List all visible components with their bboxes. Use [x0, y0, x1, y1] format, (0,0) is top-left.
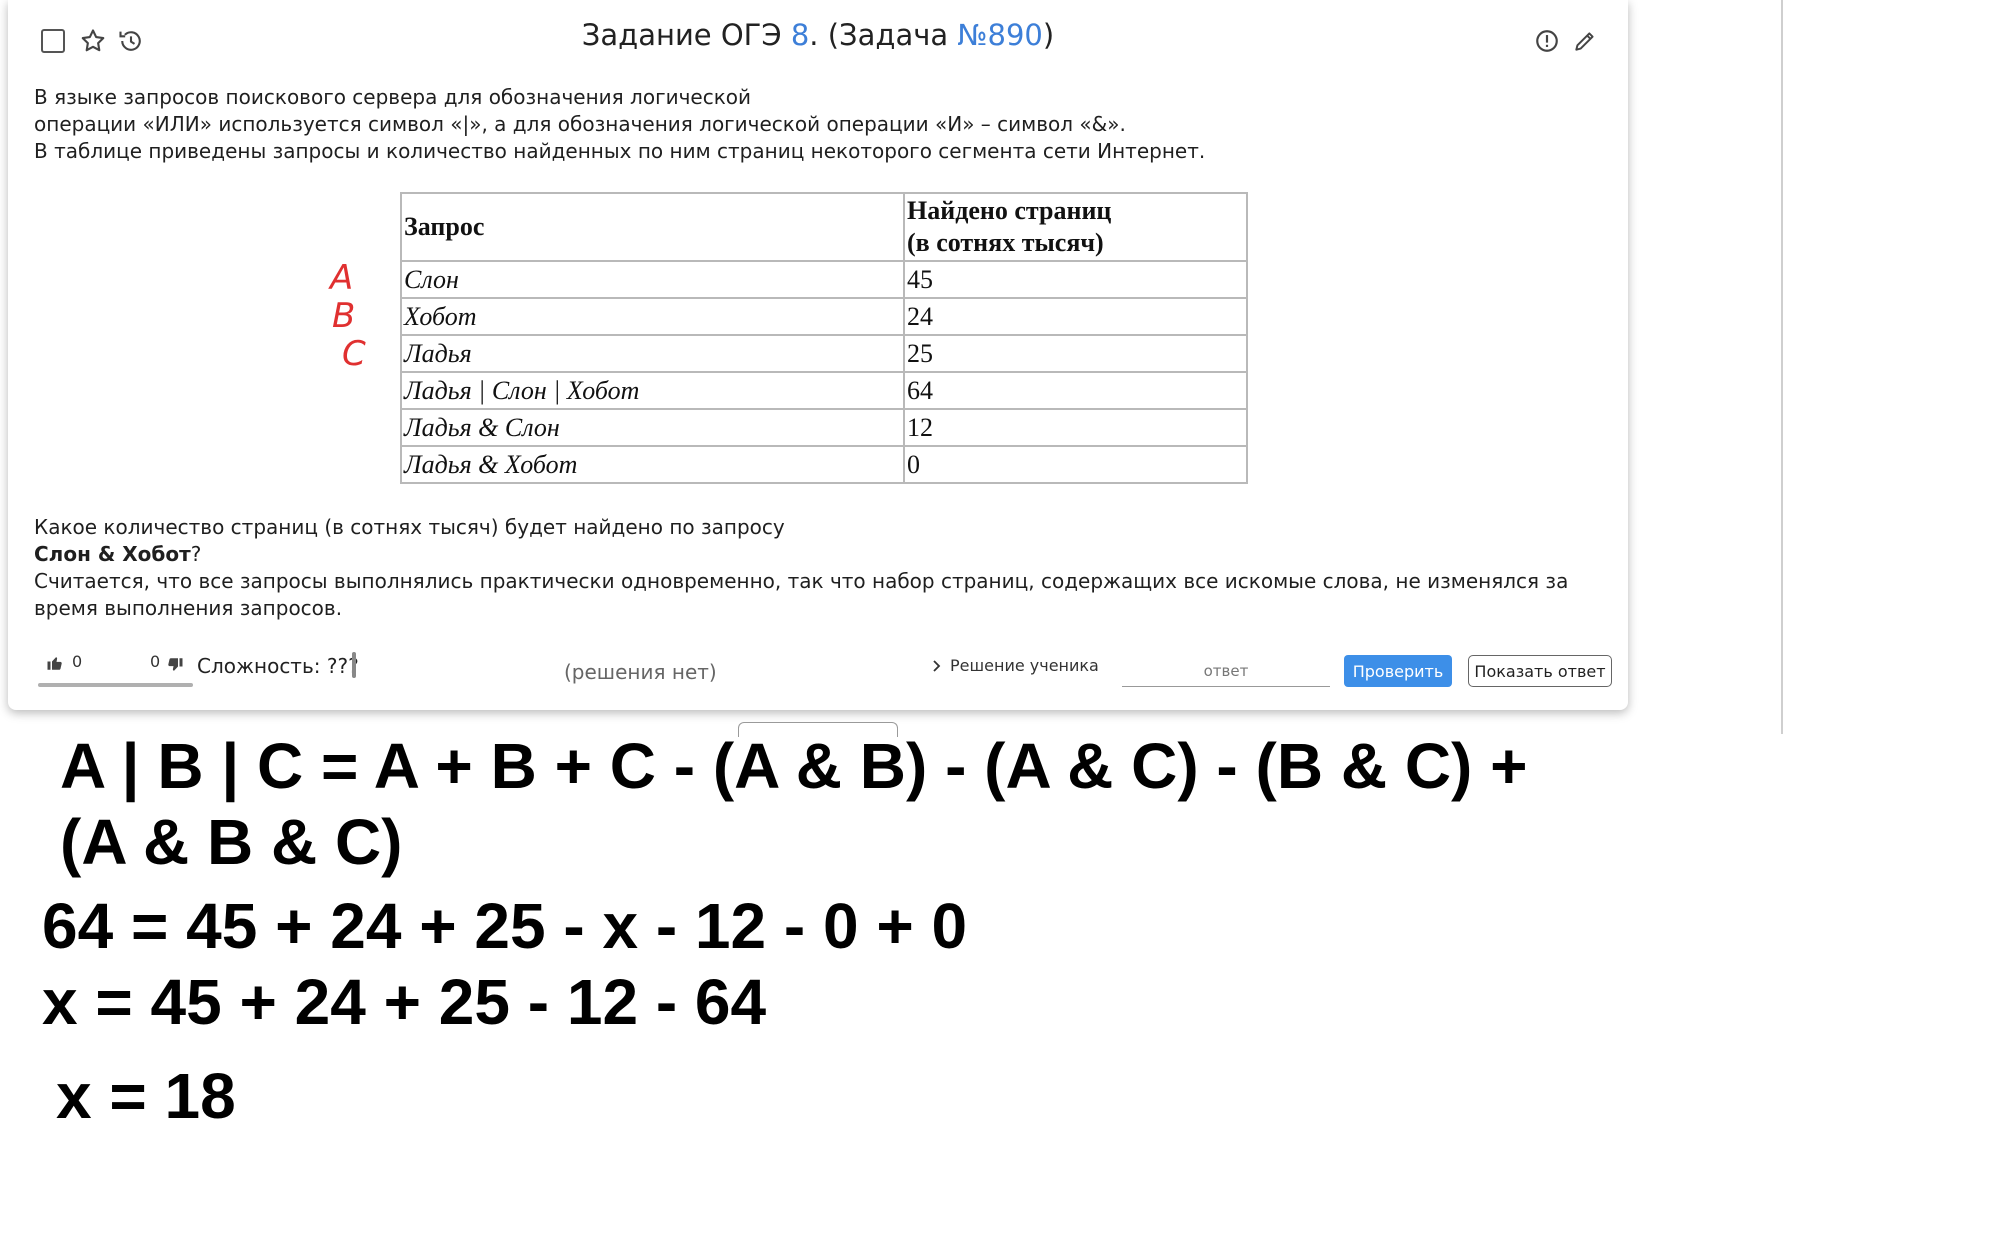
annotation-c: C: [342, 334, 366, 374]
solutions-status: (решения нет): [564, 660, 717, 684]
annotation-b: B: [332, 296, 356, 336]
title-middle: . (Задача: [809, 18, 958, 52]
header-pages: Найдено страниц (в сотнях тысяч): [903, 192, 1248, 262]
vote-panel: 0 0: [38, 650, 193, 687]
problem-id-link[interactable]: №890: [957, 18, 1043, 52]
query-cell: Ладья | Слон | Хобот: [400, 371, 905, 410]
vote-ratio-bar: [38, 683, 193, 687]
header-query: Запрос: [400, 192, 905, 262]
show-answer-button[interactable]: Показать ответ: [1468, 655, 1612, 687]
table-row: Слон 45: [400, 260, 1248, 299]
query-bold: Слон & Хобот: [34, 542, 191, 566]
table-row: Ладья 25: [400, 334, 1248, 373]
equation-line-4: x = 45 + 24 + 25 - 12 - 64: [42, 966, 767, 1038]
query-cell: Ладья & Слон: [400, 408, 905, 447]
table-row: Ладья & Слон 12: [400, 408, 1248, 447]
query-cell: Ладья: [400, 334, 905, 373]
dislikes-count: 0: [150, 652, 161, 671]
table-row: Ладья & Хобот 0: [400, 445, 1248, 484]
query-table-container: Запрос Найдено страниц (в сотнях тысяч) …: [400, 192, 1248, 484]
query-cell: Хобот: [400, 297, 905, 336]
table-header-row: Запрос Найдено страниц (в сотнях тысяч): [400, 192, 1248, 262]
count-cell: 0: [903, 445, 1248, 484]
difficulty-label: Сложность: ???: [197, 654, 359, 678]
table-row: Ладья | Слон | Хобот 64: [400, 371, 1248, 410]
count-cell: 64: [903, 371, 1248, 410]
page-title: Задание ОГЭ 8. (Задача №890): [8, 18, 1628, 52]
statement-line-2: операции «ИЛИ» используется символ «|», …: [34, 112, 1126, 136]
thumbs-down-icon[interactable]: [166, 656, 184, 678]
title-suffix: ): [1042, 18, 1055, 52]
table-row: Хобот 24: [400, 297, 1248, 336]
count-cell: 24: [903, 297, 1248, 336]
check-button[interactable]: Проверить: [1344, 655, 1452, 687]
formula-line-1: A | B | C = A + B + C - (A & B) - (A & C…: [60, 730, 1528, 802]
student-solution-toggle[interactable]: Решение ученика: [930, 656, 1099, 675]
divider-line: [1781, 0, 1783, 734]
count-cell: 12: [903, 408, 1248, 447]
task-card: Задание ОГЭ 8. (Задача №890) В языке зап…: [8, 0, 1628, 710]
question-block: Какое количество страниц (в сотнях тысяч…: [34, 514, 1614, 622]
difficulty-bar: [352, 652, 356, 678]
statement-line-3: В таблице приведены запросы и количество…: [34, 139, 1206, 163]
statement-line-1: В языке запросов поискового сервера для …: [34, 85, 752, 109]
count-cell: 45: [903, 260, 1248, 299]
answer-input[interactable]: [1122, 656, 1330, 687]
note-text: Считается, что все запросы выполнялись п…: [34, 569, 1569, 620]
annotation-a: A: [330, 258, 354, 298]
result-line: x = 18: [56, 1060, 236, 1132]
query-cell: Слон: [400, 260, 905, 299]
count-cell: 25: [903, 334, 1248, 373]
query-table: Запрос Найдено страниц (в сотнях тысяч) …: [400, 192, 1248, 484]
report-icon[interactable]: [1532, 26, 1562, 56]
query-suffix: ?: [190, 542, 202, 566]
likes-count: 0: [72, 652, 83, 671]
student-solution-label: Решение ученика: [950, 656, 1099, 675]
question-text: Какое количество страниц (в сотнях тысяч…: [34, 515, 785, 539]
chevron-right-icon: [933, 659, 941, 672]
equation-line-3: 64 = 45 + 24 + 25 - x - 12 - 0 + 0: [42, 890, 968, 962]
query-line: Слон & Хобот?: [34, 541, 1614, 568]
formula-line-2: (A & B & C): [60, 806, 403, 878]
thumbs-up-icon[interactable]: [46, 654, 64, 676]
problem-statement: В языке запросов поискового сервера для …: [34, 84, 1205, 165]
title-prefix: Задание ОГЭ: [581, 18, 791, 52]
task-number-link[interactable]: 8: [791, 18, 809, 52]
query-cell: Ладья & Хобот: [400, 445, 905, 484]
edit-icon[interactable]: [1570, 26, 1600, 56]
